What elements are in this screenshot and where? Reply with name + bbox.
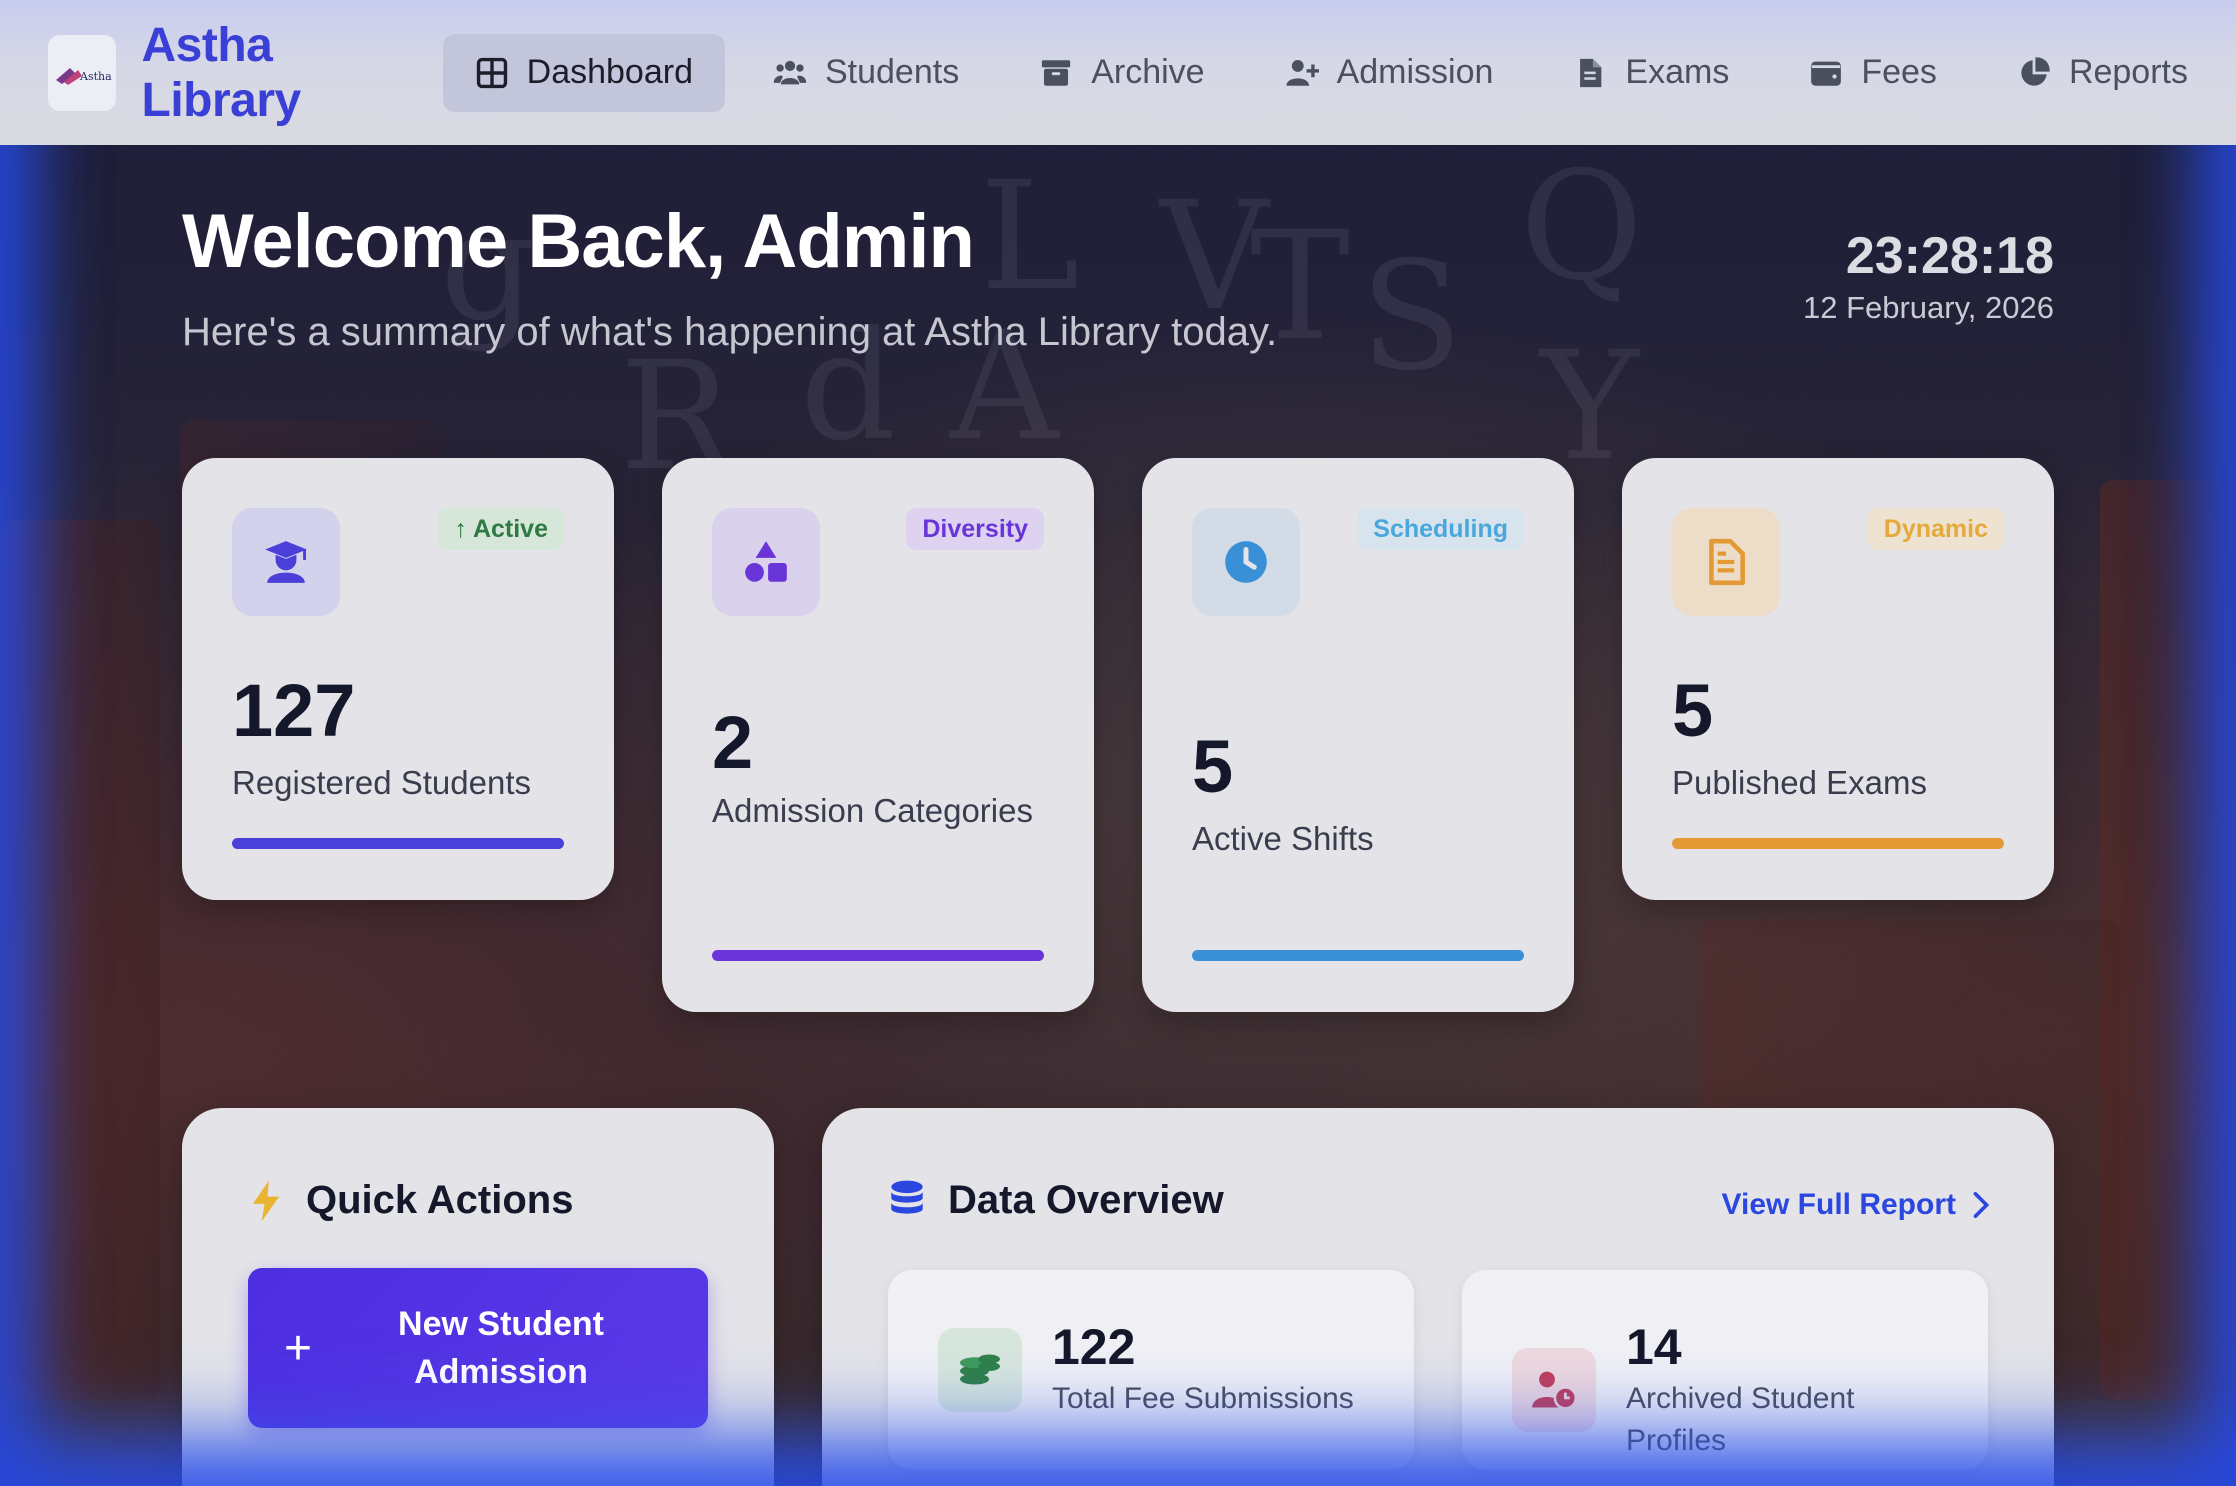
nav-reports-label: Reports xyxy=(2068,53,2188,91)
stat-label: Registered Students xyxy=(232,764,532,801)
stat-label: Admission Categories xyxy=(712,792,1033,829)
page-title: Welcome Back, Admin xyxy=(182,199,975,284)
users-icon xyxy=(773,60,807,84)
quick-actions-panel: Quick Actions + New Student Admission xyxy=(182,1108,774,1486)
stat-value: 127 xyxy=(232,669,356,752)
database-icon xyxy=(891,1180,923,1214)
badge-label: Dynamic xyxy=(1883,514,1988,543)
stat-card-exams[interactable]: Dynamic 5 Published Exams xyxy=(1622,458,2054,900)
page-subtitle: Here's a summary of what's happening at … xyxy=(182,310,1278,354)
badge-label: Diversity xyxy=(922,514,1028,543)
nav-reports[interactable]: Reports xyxy=(1985,34,2220,112)
nav-dashboard[interactable]: Dashboard xyxy=(442,33,725,112)
stat-icon-box xyxy=(1192,508,1300,616)
coins-icon xyxy=(960,1354,1000,1385)
book-logo-icon: Astha xyxy=(55,67,112,85)
book-decoration xyxy=(0,520,160,1400)
quick-actions-title: Quick Actions xyxy=(306,1178,574,1222)
document-icon xyxy=(1580,58,1602,87)
lightning-icon xyxy=(252,1179,280,1222)
stat-label: Published Exams xyxy=(1672,764,1927,801)
badge-label: ↑ Active xyxy=(454,514,548,543)
data-overview-title: Data Overview xyxy=(948,1178,1224,1222)
stat-accent-bar xyxy=(712,950,1044,961)
stat-icon-box xyxy=(712,508,820,616)
main-nav: Dashboard Students Archive Admission Exa… xyxy=(442,33,2236,112)
stat-value: 5 xyxy=(1672,669,1714,752)
user-plus-icon xyxy=(1285,59,1319,86)
stat-icon-box xyxy=(232,508,340,616)
svg-text:Astha: Astha xyxy=(79,70,112,83)
stat-accent-bar xyxy=(232,838,564,849)
nav-archive-label: Archive xyxy=(1091,53,1205,91)
overview-value: 14 xyxy=(1626,1319,1682,1375)
overview-value: 122 xyxy=(1052,1319,1136,1375)
stat-icon-box xyxy=(1672,508,1780,616)
exam-document-icon xyxy=(1709,538,1745,586)
stat-value: 5 xyxy=(1192,725,1234,808)
stat-card-categories[interactable]: Diversity 2 Admission Categories xyxy=(662,458,1094,1012)
nav-fees-label: Fees xyxy=(1861,53,1937,91)
brand-logo[interactable]: Astha xyxy=(48,34,116,111)
panel-title: Quick Actions xyxy=(248,1178,573,1223)
status-badge: ↑ Active xyxy=(438,508,564,550)
status-badge: Dynamic xyxy=(1867,508,2004,550)
nav-admission-label: Admission xyxy=(1336,53,1494,91)
nav-fees[interactable]: Fees xyxy=(1777,34,1969,112)
view-full-report-link[interactable]: View Full Report xyxy=(1722,1188,1990,1222)
pie-chart-icon xyxy=(2021,56,2050,86)
status-badge: Scheduling xyxy=(1357,508,1524,550)
nav-exams-label: Exams xyxy=(1625,53,1730,91)
overview-card-fees[interactable]: 122 Total Fee Submissions xyxy=(888,1270,1414,1470)
stat-accent-bar xyxy=(1192,950,1524,961)
clock-date: 12 February, 2026 xyxy=(1802,290,2054,325)
overview-icon-box xyxy=(1512,1348,1596,1432)
brand-name[interactable]: Astha Library xyxy=(142,18,411,128)
dashboard-grid-icon xyxy=(476,57,507,88)
secondary-action-button[interactable] xyxy=(248,1460,708,1486)
book-decoration xyxy=(2100,480,2236,1400)
data-overview-panel: Data Overview View Full Report 122 Total… xyxy=(822,1108,2054,1486)
nav-students[interactable]: Students xyxy=(741,34,991,112)
nav-archive[interactable]: Archive xyxy=(1007,34,1236,112)
clock-icon xyxy=(1225,541,1267,583)
new-student-admission-button[interactable]: + New Student Admission xyxy=(248,1268,708,1428)
nav-dashboard-label: Dashboard xyxy=(526,53,693,91)
top-navbar: Astha Astha Library Dashboard Students A… xyxy=(0,0,2236,145)
clock-time: 23:28:18 xyxy=(1845,227,2054,285)
nav-exams[interactable]: Exams xyxy=(1541,34,1761,112)
nav-admission[interactable]: Admission xyxy=(1253,34,1526,112)
link-label: View Full Report xyxy=(1721,1188,1956,1221)
stat-card-students[interactable]: ↑ Active 127 Registered Students xyxy=(182,458,614,900)
graduate-icon xyxy=(265,541,307,583)
button-label: New Student Admission xyxy=(398,1305,604,1391)
overview-icon-box xyxy=(938,1328,1022,1412)
overview-label: Total Fee Submissions xyxy=(1052,1382,1354,1415)
overview-label: Archived Student Profiles xyxy=(1626,1382,1855,1457)
wallet-icon xyxy=(1811,61,1842,86)
stat-value: 2 xyxy=(712,701,754,784)
stat-label: Active Shifts xyxy=(1192,820,1374,857)
stat-accent-bar xyxy=(1672,838,2004,849)
status-badge: Diversity xyxy=(906,508,1044,550)
overview-card-archived[interactable]: 14 Archived Student Profiles xyxy=(1462,1270,1988,1470)
archive-box-icon xyxy=(1042,59,1071,86)
shapes-icon xyxy=(745,541,787,582)
panel-title: Data Overview xyxy=(888,1178,1224,1223)
plus-icon: + xyxy=(284,1321,313,1375)
nav-students-label: Students xyxy=(824,53,960,91)
stat-card-shifts[interactable]: Scheduling 5 Active Shifts xyxy=(1142,458,1574,1012)
user-clock-icon xyxy=(1532,1371,1577,1410)
chevron-right-icon xyxy=(1973,1191,1990,1219)
badge-label: Scheduling xyxy=(1373,514,1508,543)
